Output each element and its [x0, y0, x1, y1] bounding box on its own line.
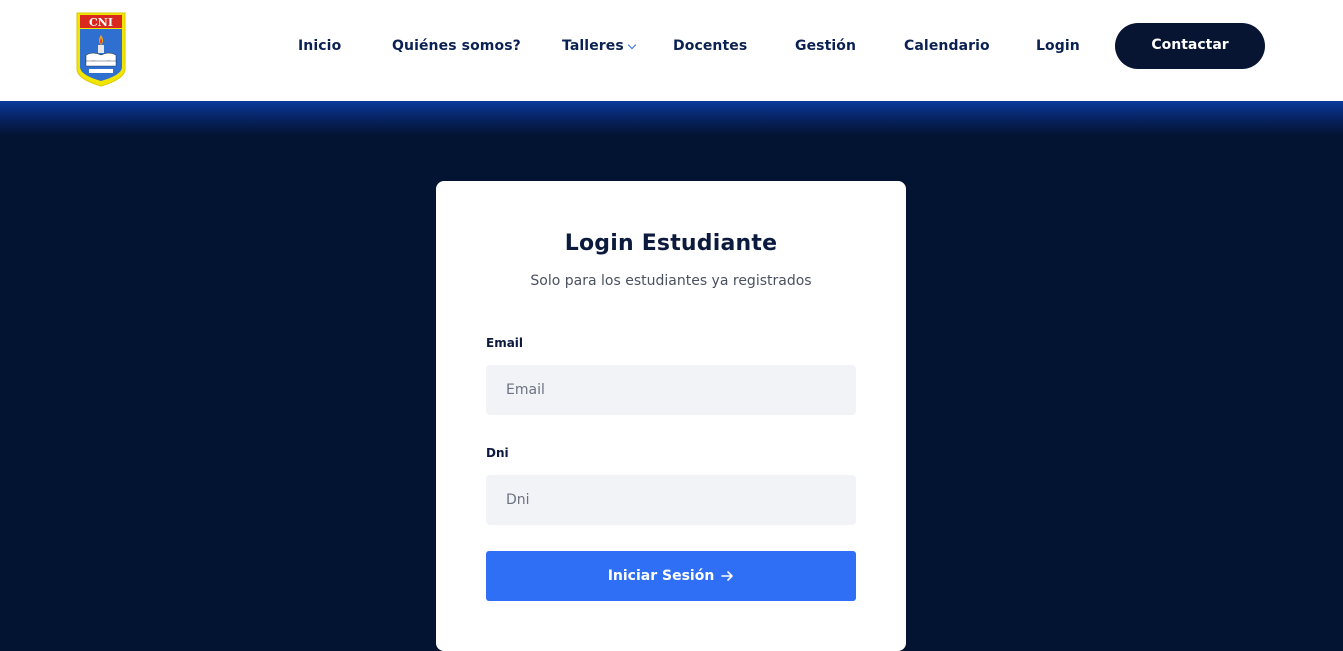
nav-calendario[interactable]: Calendario [904, 38, 990, 58]
site-header: CNI Inicio Quiénes somos? Talleres Docen… [0, 0, 1343, 101]
nav-quienes-somos[interactable]: Quiénes somos? [392, 38, 521, 58]
login-submit-button[interactable]: Iniciar Sesión [486, 551, 856, 601]
login-submit-label: Iniciar Sesión [607, 568, 715, 584]
dni-field[interactable] [486, 475, 856, 525]
nav-inicio[interactable]: Inicio [298, 38, 341, 58]
nav-talleres[interactable]: Talleres [562, 38, 637, 58]
svg-text:CNI: CNI [89, 16, 113, 29]
nav-talleres-label: Talleres [562, 38, 624, 54]
login-title: Login Estudiante [564, 231, 778, 256]
contact-button[interactable]: Contactar [1115, 23, 1265, 69]
school-crest-logo[interactable]: CNI [76, 11, 126, 87]
email-label: Email [486, 336, 524, 350]
nav-gestion[interactable]: Gestión [795, 38, 856, 58]
dni-label: Dni [486, 446, 509, 460]
login-subtitle: Solo para los estudiantes ya registrados [530, 273, 812, 289]
login-card: Login Estudiante Solo para los estudiant… [436, 181, 906, 651]
nav-docentes[interactable]: Docentes [673, 38, 747, 58]
arrow-right-icon [720, 569, 734, 583]
email-field[interactable] [486, 365, 856, 415]
header-glow-band [0, 101, 1343, 135]
nav-login[interactable]: Login [1036, 38, 1080, 58]
chevron-down-icon [627, 40, 637, 50]
